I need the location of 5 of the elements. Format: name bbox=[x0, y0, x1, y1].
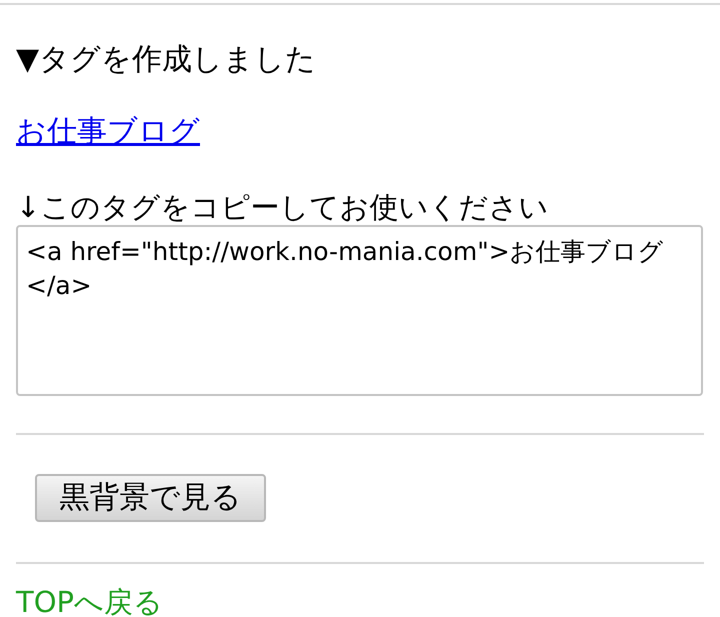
heading: ▼タグを作成しました bbox=[16, 41, 318, 79]
copy-instruction: ↓このタグをコピーしてお使いください bbox=[16, 189, 550, 225]
blog-link[interactable]: お仕事ブログ bbox=[16, 114, 200, 149]
tag-textarea[interactable]: <a href="http://work.no-mania.com">お仕事ブログ</a> bbox=[16, 225, 703, 396]
dark-background-button[interactable]: 黒背景で見る bbox=[35, 474, 266, 522]
